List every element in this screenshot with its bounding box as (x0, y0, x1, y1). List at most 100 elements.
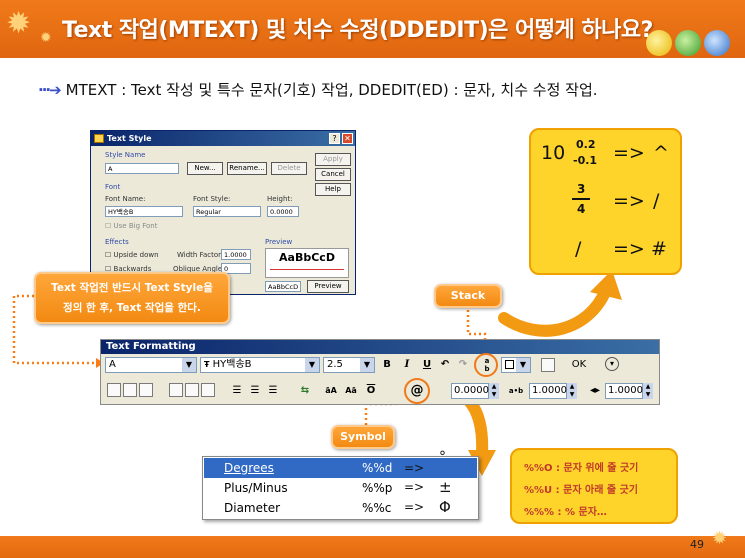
width-factor-input[interactable]: 1.0000 (221, 249, 251, 260)
menu-item-degrees[interactable]: Degrees %%d (204, 458, 477, 478)
preview-sample-text: AaBbCcD (279, 251, 335, 264)
width-factor-field[interactable]: 1.0000 (605, 383, 643, 399)
preview-baseline (270, 269, 344, 270)
text-height-combo[interactable]: 2.5 ▼ (323, 357, 375, 373)
intro-line: ···➔ MTEXT : Text 작성 및 특수 문자(기호) 작업, DDED… (38, 79, 598, 100)
width-factor-icon: ◂▸ (589, 385, 601, 396)
row2-lower: 4 (577, 202, 586, 216)
symbol-highlight-circle (404, 378, 430, 404)
width-factor-spinner[interactable]: ▲ ▼ (643, 383, 653, 399)
menu-item-name: Degrees (224, 461, 274, 475)
apply-button[interactable]: Apply (315, 153, 351, 166)
align-top-icon[interactable] (169, 383, 183, 397)
row1-number: 10 (541, 142, 566, 164)
tracking-spinner[interactable]: ▲ ▼ (567, 383, 577, 399)
ruler-icon[interactable] (541, 358, 555, 372)
lowercase-icon[interactable]: Aā (343, 383, 359, 399)
oblique-angle-field[interactable]: 0.0000 (451, 383, 489, 399)
tracking-field[interactable]: 1.0000 (529, 383, 567, 399)
help-titlebar-button[interactable]: ? (329, 133, 340, 144)
text-style-dialog: Text Style ? ✕ Style Name A New... Renam… (90, 130, 356, 295)
menu-item-name: Diameter (224, 501, 281, 515)
row3-result: # (651, 238, 667, 260)
stack-label-box: Stack (434, 284, 502, 308)
text-height-value: 2.5 (327, 359, 343, 370)
note-line-2: 정의 한 후, Text 작업을 한다. (63, 302, 201, 314)
cancel-button[interactable]: Cancel (315, 168, 351, 181)
toolbar-titlebar: Text Formatting (101, 340, 659, 354)
menu-item-name: Plus/Minus (224, 481, 288, 495)
align-left-icon[interactable] (107, 383, 121, 397)
menu-item-code: %%d (362, 461, 393, 475)
delete-style-button[interactable]: Delete (271, 162, 307, 175)
font-combo[interactable]: Ŧ HY백송B ▼ (200, 357, 320, 373)
note-line-1: Text 작업전 반드시 Text Style을 (51, 282, 213, 294)
redo-icon[interactable]: ↷ (455, 357, 471, 373)
use-big-font-checkbox[interactable]: ☐ Use Big Font (105, 222, 157, 230)
stack-curved-arrow (498, 284, 612, 337)
options-icon[interactable]: ▾ (605, 357, 619, 371)
height-label: Height: (267, 195, 293, 203)
preview-text-input[interactable]: AaBbCcD (265, 281, 301, 292)
tracking-icon: a•b (508, 387, 524, 395)
bold-button[interactable]: B (379, 357, 395, 373)
text-style-value: A (109, 359, 116, 370)
upside-down-checkbox[interactable]: ☐ Upside down (105, 251, 159, 259)
style-name-section-label: Style Name (105, 151, 146, 159)
preview-button[interactable]: Preview (307, 280, 349, 293)
color-swatch-icon (505, 360, 514, 369)
close-icon[interactable]: ✕ (342, 133, 353, 144)
note-overline: %%O : 문자 위에 줄 긋기 (524, 463, 639, 474)
insert-field-icon[interactable]: ⇆ (297, 383, 313, 399)
italic-button[interactable]: I (399, 357, 415, 373)
symbol-connector (364, 402, 396, 425)
underline-button[interactable]: U (419, 357, 435, 373)
ok-button[interactable]: OK (567, 357, 591, 373)
plus-minus-symbol: ± (439, 478, 452, 496)
row2-fraction-bar (572, 198, 590, 200)
menu-item-code: %%p (362, 481, 393, 495)
row1-lower: -0.1 (573, 154, 598, 167)
row1-upper: 0.2 (576, 138, 596, 151)
align-right-icon[interactable] (139, 383, 153, 397)
flower-decoration-icon: ✹ (6, 6, 32, 41)
degrees-symbol: ° (439, 449, 446, 465)
text-style-combo[interactable]: A ▼ (105, 357, 197, 373)
stack-examples-box: 10 0.2 -0.1 => ^ 3 4 => / / => # (529, 128, 682, 275)
new-style-button[interactable]: New... (187, 162, 223, 175)
oblique-spinner[interactable]: ▲ ▼ (489, 383, 499, 399)
font-style-label: Font Style: (193, 195, 231, 203)
bullet-list-icon[interactable]: ☰ (247, 383, 263, 399)
row2-upper: 3 (577, 182, 586, 196)
help-button[interactable]: Help (315, 183, 351, 196)
width-factor-label: Width Factor: (177, 251, 224, 259)
font-name-select[interactable]: HY백송B (105, 206, 183, 217)
font-style-select[interactable]: Regular (193, 206, 261, 217)
use-big-font-label: Use Big Font (113, 222, 158, 230)
overline-icon[interactable]: O (363, 383, 379, 399)
chevron-down-icon: ▼ (182, 358, 196, 372)
letter-list-icon[interactable]: ☰ (265, 383, 281, 399)
preview-section-label: Preview (265, 238, 293, 246)
rename-style-button[interactable]: Rename... (227, 162, 267, 175)
undo-icon[interactable]: ↶ (437, 357, 453, 373)
height-input[interactable]: 0.0000 (267, 206, 299, 217)
uppercase-icon[interactable]: āA (323, 383, 339, 399)
row3-symbol: / (575, 238, 582, 260)
text-style-note-box: Text 작업전 반드시 Text Style을 정의 한 후, Text 작업… (34, 272, 230, 324)
menu-item-plus-minus[interactable]: Plus/Minus %%p (204, 478, 477, 498)
font-name-label: Font Name: (105, 195, 146, 203)
text-color-combo[interactable]: ▼ (501, 357, 531, 373)
menu-item-diameter[interactable]: Diameter %%c (204, 498, 477, 518)
diameter-arrow: => (404, 500, 425, 514)
align-middle-icon[interactable] (185, 383, 199, 397)
row1-arrow: => (613, 142, 645, 164)
numbered-list-icon[interactable]: ☰ (229, 383, 245, 399)
yellow-petal-icon (646, 30, 672, 56)
small-flower-decoration-icon: ✹ (40, 30, 52, 46)
intro-text: MTEXT : Text 작성 및 특수 문자(기호) 작업, DDEDIT(E… (65, 81, 598, 99)
align-center-icon[interactable] (123, 383, 137, 397)
align-bottom-icon[interactable] (201, 383, 215, 397)
style-name-select[interactable]: A (105, 163, 179, 174)
row3-arrow: => (613, 238, 645, 260)
